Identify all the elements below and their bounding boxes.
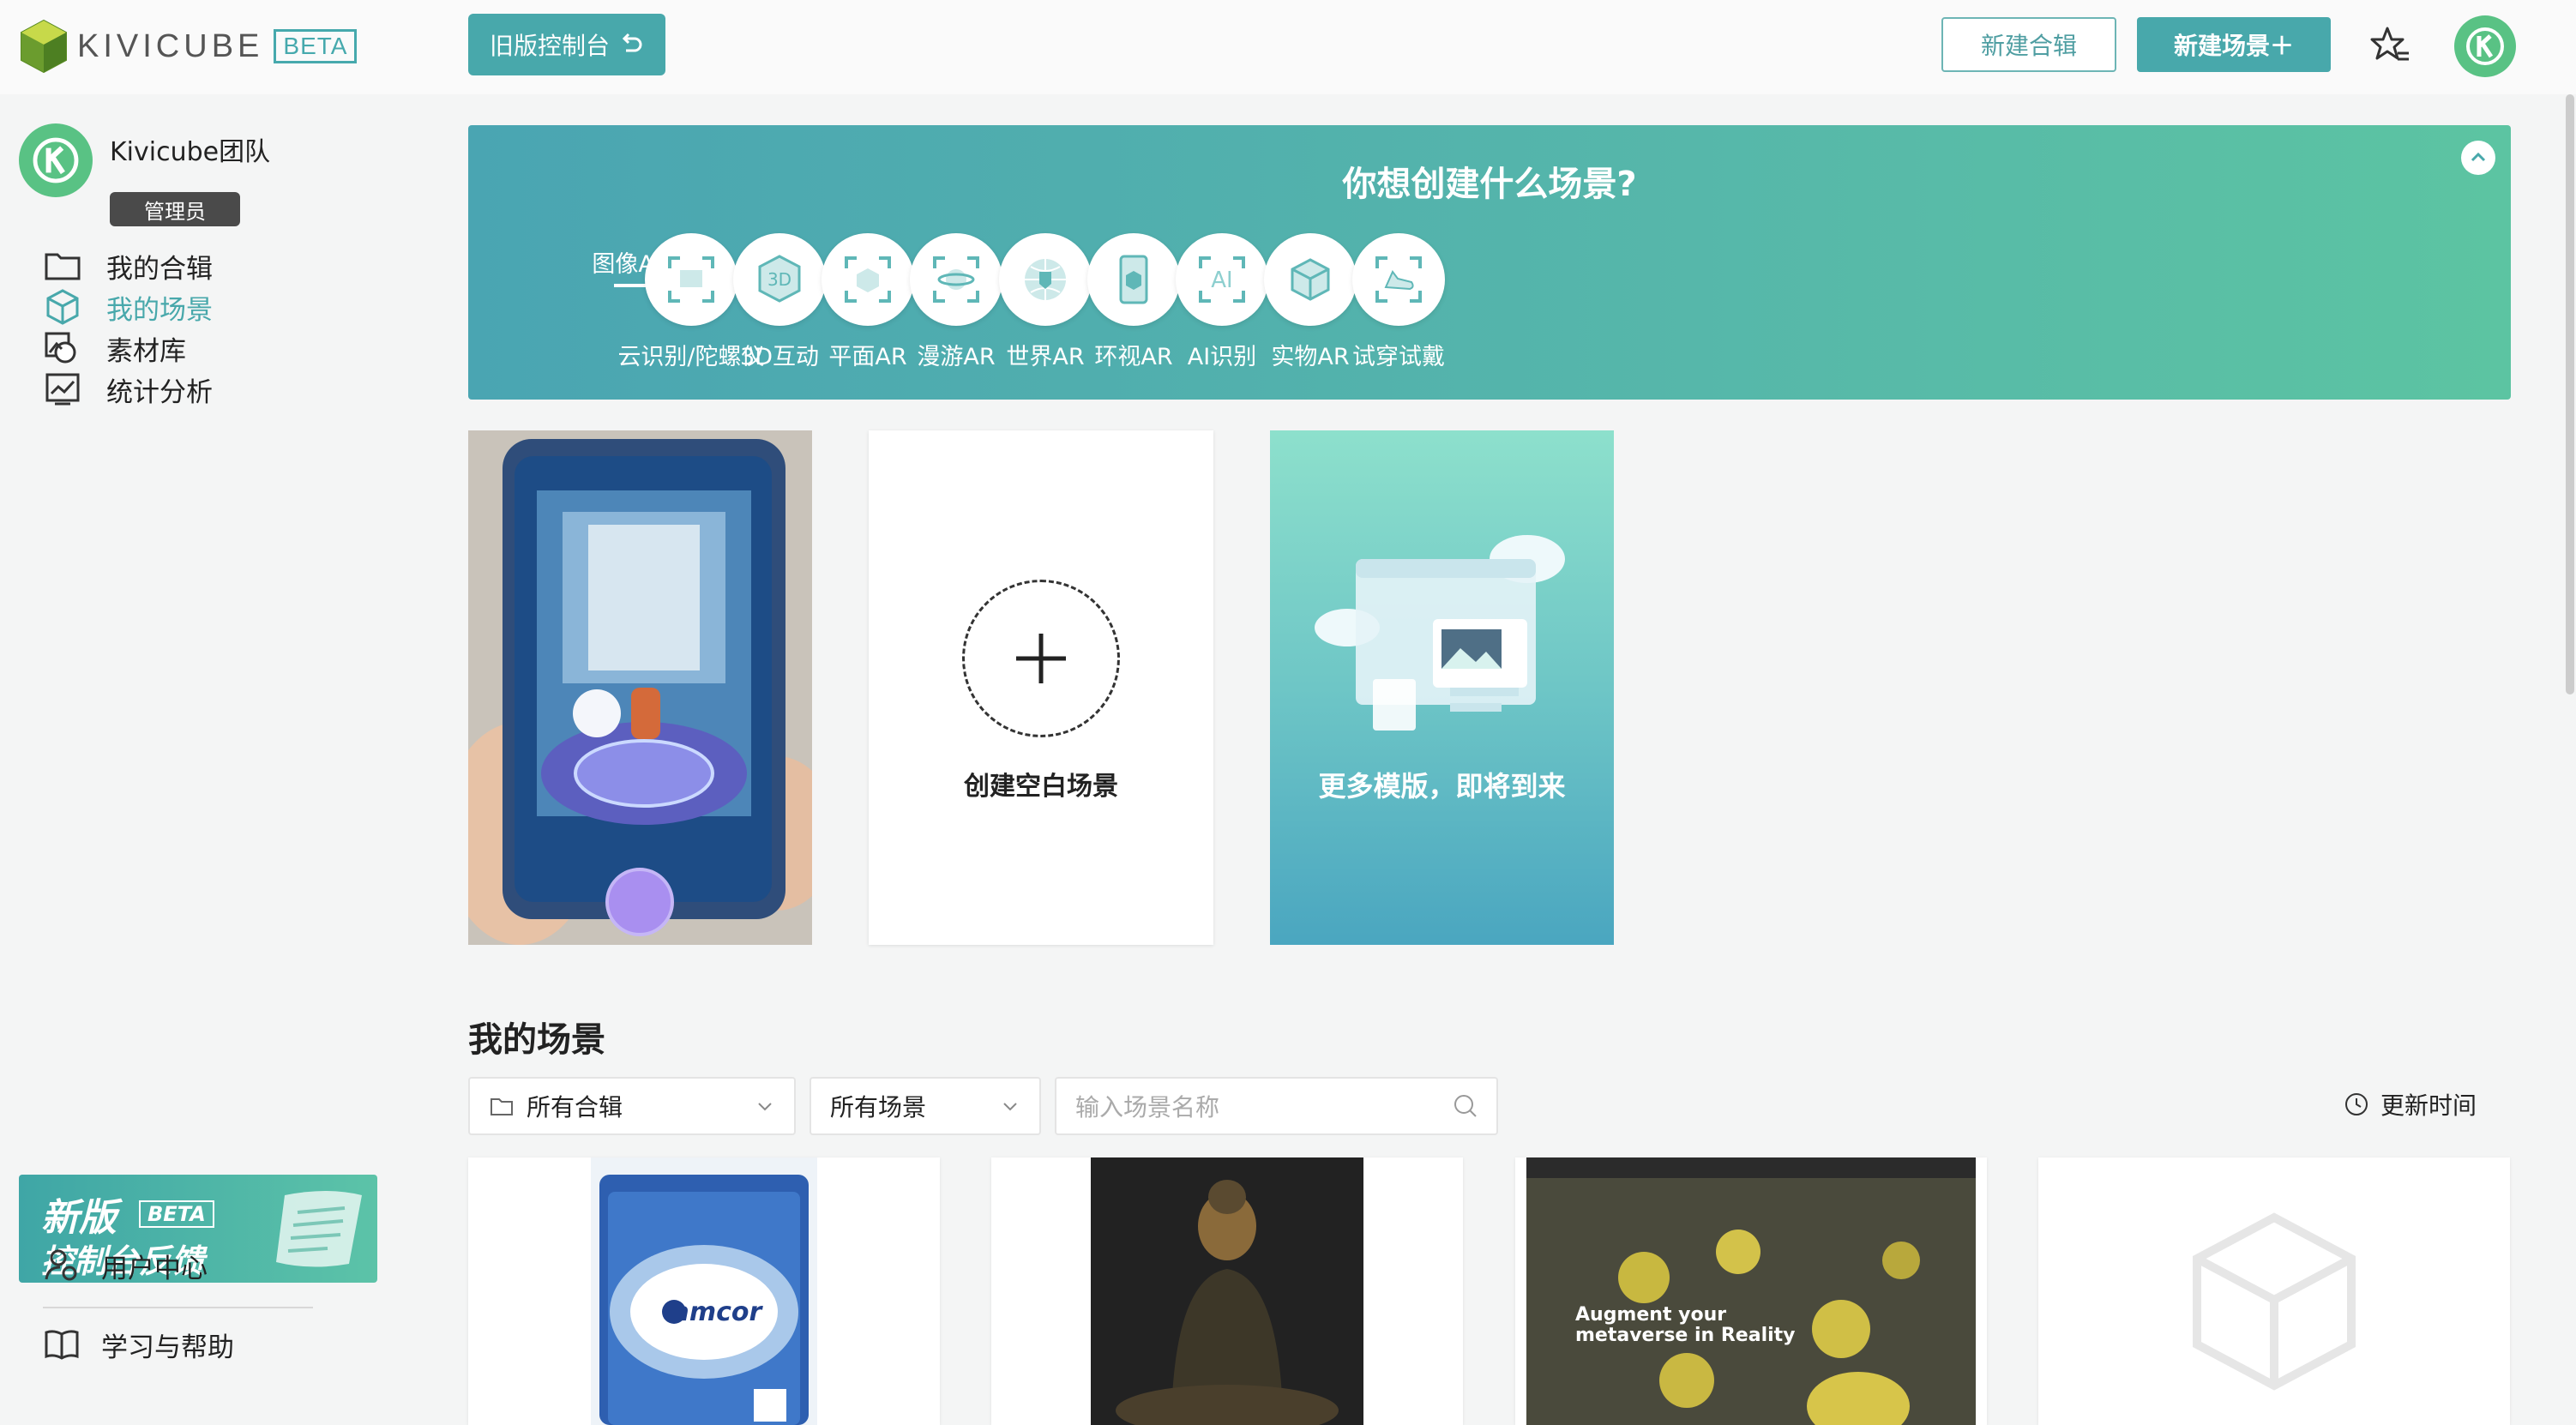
scene-card[interactable] bbox=[2038, 1157, 2510, 1425]
sidebar-item-label: 我的场景 bbox=[106, 294, 213, 326]
top-bar: KIVICUBE BETA 旧版控制台 新建合辑 新建场景＋ bbox=[0, 0, 2576, 94]
feedback-title: 新版 bbox=[41, 1196, 117, 1240]
ar-phone-preview-image bbox=[468, 430, 812, 945]
user-avatar[interactable] bbox=[2454, 15, 2516, 77]
clock-icon bbox=[2345, 1093, 2368, 1115]
folder-icon bbox=[491, 1098, 513, 1115]
template-card-image-ar[interactable] bbox=[468, 430, 812, 945]
try-on-icon bbox=[1352, 233, 1445, 326]
sidebar: Kivicube团队 管理员 我的合辑 我的场景 素材库 统计分析 新版 BET… bbox=[0, 94, 412, 1425]
sidebar-item-label: 用户中心 bbox=[101, 1253, 208, 1284]
sort-label: 更新时间 bbox=[2380, 1091, 2477, 1120]
sidebar-item-label: 我的合辑 bbox=[106, 253, 213, 285]
section-title: 我的场景 bbox=[468, 1020, 605, 1060]
user-center-icon bbox=[45, 1249, 77, 1281]
new-scene-button[interactable]: 新建场景＋ bbox=[2137, 17, 2331, 72]
assets-icon bbox=[45, 332, 76, 364]
scene-card[interactable]: Augment your metaverse in Reality bbox=[1515, 1157, 1987, 1425]
collapse-button[interactable] bbox=[2461, 141, 2495, 175]
more-templates-card: 更多模版，即将到来 bbox=[1270, 430, 1614, 945]
chevron-down-icon bbox=[758, 1103, 772, 1111]
sidebar-item-analytics[interactable]: 统计分析 bbox=[43, 364, 300, 415]
kivicube-avatar-icon bbox=[33, 137, 79, 183]
scene-type-banner: 你想创建什么场景? 图像AR 云识别/陀螺仪 3D 3D互动 平面AR 漫游AR bbox=[468, 125, 2511, 1403]
undo-icon bbox=[622, 33, 642, 52]
old-console-button[interactable]: 旧版控制台 bbox=[468, 14, 665, 75]
kivicube-avatar-icon bbox=[2466, 27, 2504, 65]
browser-illustration-icon bbox=[1315, 535, 1565, 731]
collection-filter-value: 所有合辑 bbox=[527, 1093, 623, 1121]
sidebar-item-help[interactable]: 学习与帮助 bbox=[43, 1319, 334, 1370]
sidebar-divider bbox=[43, 1307, 313, 1308]
sidebar-item-user-center[interactable]: 用户中心 bbox=[43, 1240, 334, 1291]
collection-filter-select[interactable]: 所有合辑 bbox=[468, 1077, 796, 1135]
scene-filter-value: 所有场景 bbox=[830, 1093, 927, 1121]
scene-card-headline: Augment your metaverse in Reality bbox=[1575, 1304, 1796, 1346]
scene-search-input[interactable]: 输入场景名称 bbox=[1055, 1077, 1498, 1135]
create-blank-scene-card[interactable]: 创建空白场景 bbox=[869, 430, 1213, 945]
sidebar-item-label: 素材库 bbox=[106, 335, 186, 367]
scene-filter-select[interactable]: 所有场景 bbox=[810, 1077, 1041, 1135]
scene-thumbnail: amcor bbox=[468, 1157, 940, 1425]
star-list-icon[interactable] bbox=[2368, 24, 2411, 67]
logo-wordmark: KIVICUBE bbox=[77, 27, 264, 64]
scene-thumbnail bbox=[1515, 1157, 1987, 1425]
banner-title: 你想创建什么场景? bbox=[1342, 165, 1637, 204]
new-collection-button[interactable]: 新建合辑 bbox=[1941, 17, 2116, 72]
cube-logo-icon bbox=[21, 19, 67, 74]
create-blank-label: 创建空白场景 bbox=[964, 772, 1118, 802]
chevron-up-icon bbox=[2471, 152, 2486, 162]
scene-type-try-on[interactable]: 试穿试戴 bbox=[1317, 233, 1480, 371]
folder-icon bbox=[45, 253, 81, 280]
logo[interactable]: KIVICUBE BETA bbox=[19, 19, 358, 74]
team-avatar[interactable] bbox=[19, 123, 93, 197]
sidebar-item-label: 学习与帮助 bbox=[101, 1332, 234, 1363]
analytics-icon bbox=[45, 373, 80, 406]
search-placeholder: 输入场景名称 bbox=[1075, 1093, 1220, 1121]
sidebar-item-label: 统计分析 bbox=[106, 376, 213, 408]
search-icon[interactable] bbox=[1452, 1092, 1479, 1120]
beta-badge: BETA bbox=[274, 29, 358, 63]
old-console-label: 旧版控制台 bbox=[489, 32, 610, 60]
chevron-down-icon bbox=[1003, 1103, 1017, 1111]
book-icon bbox=[45, 1330, 79, 1360]
placeholder-cube-icon bbox=[2038, 1157, 2510, 1425]
scene-card[interactable] bbox=[991, 1157, 1463, 1425]
scrollbar[interactable] bbox=[2566, 94, 2574, 694]
scene-card[interactable]: amcor bbox=[468, 1157, 940, 1425]
plus-icon bbox=[962, 580, 1120, 737]
cube-icon bbox=[46, 289, 79, 325]
sort-by-update-time[interactable]: 更新时间 bbox=[2343, 1087, 2477, 1121]
role-badge: 管理员 bbox=[110, 192, 240, 226]
more-templates-label: 更多模版，即将到来 bbox=[1318, 770, 1566, 803]
scene-thumbnail bbox=[991, 1157, 1463, 1425]
scene-type-label: 试穿试戴 bbox=[1352, 344, 1445, 370]
team-profile: Kivicube团队 管理员 bbox=[19, 123, 270, 226]
feedback-beta-badge: BETA bbox=[139, 1200, 214, 1228]
team-name: Kivicube团队 bbox=[110, 137, 271, 167]
